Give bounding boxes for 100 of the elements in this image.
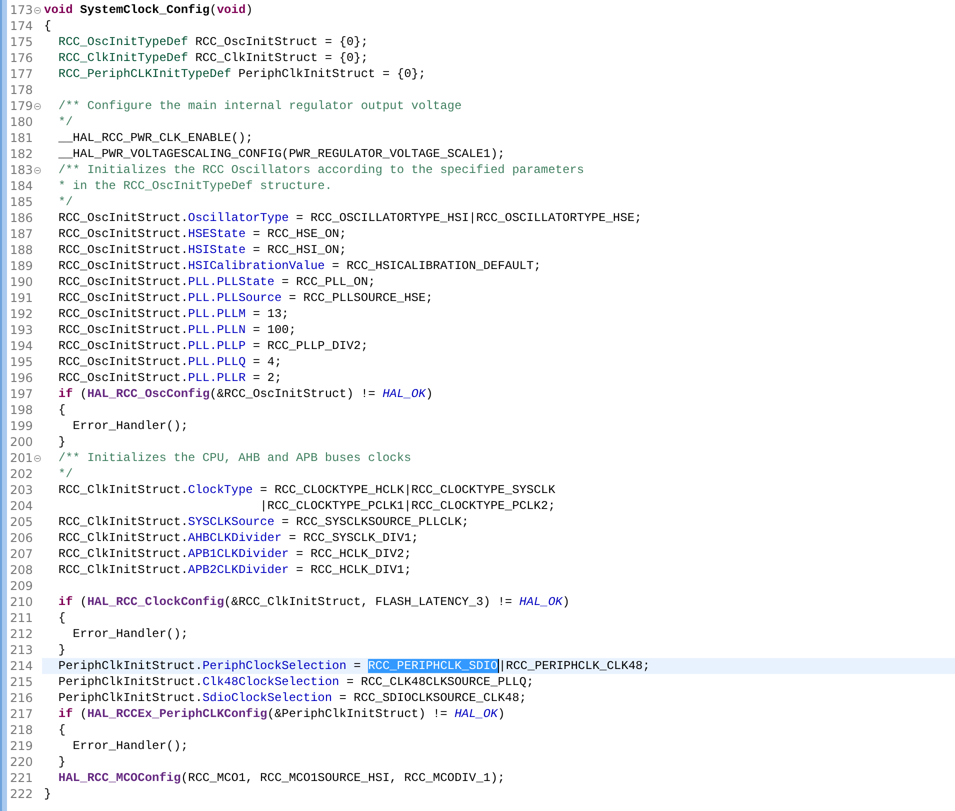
code-line: } <box>57 434 66 450</box>
line-number: 206 <box>9 531 34 545</box>
line-number: 198 <box>9 403 34 417</box>
code-line: */ <box>57 466 73 482</box>
code-line: { <box>57 402 66 418</box>
code-line: RCC_OscInitStruct.OscillatorType = RCC_OSCILLATORTYPE_HSI|RCC_OSCILLATORTYPE_HSE; <box>57 210 642 226</box>
code-line: RCC_OscInitStruct.PLL.PLLR = 2; <box>57 370 282 386</box>
code-line: RCC_ClkInitStruct.SYSCLKSource = RCC_SYSCLKSOURCE_PLLCLK; <box>57 514 469 530</box>
code-line: Error_Handler(); <box>72 738 188 754</box>
code-line: RCC_OscInitStruct.HSEState = RCC_HSE_ON; <box>57 226 346 242</box>
collapse-icon[interactable] <box>34 166 41 174</box>
line-number: 214 <box>9 659 34 673</box>
line-number: 209 <box>9 579 34 593</box>
code-line: RCC_OscInitStruct.HSIState = RCC_HSI_ON; <box>57 242 346 258</box>
code-line: RCC_ClkInitStruct.APB1CLKDivider = RCC_HCLK_DIV2; <box>57 546 412 562</box>
code-line: RCC_OscInitStruct.PLL.PLLState = RCC_PLL_ON; <box>57 274 376 290</box>
line-number: 176 <box>9 51 34 65</box>
code-line: __HAL_RCC_PWR_CLK_ENABLE(); <box>57 130 253 146</box>
line-number: 180 <box>9 115 34 129</box>
code-line: /** Initializes the CPU, AHB and APB buses clocks <box>57 450 412 466</box>
line-number: 179 <box>9 99 34 113</box>
code-line: RCC_OscInitStruct.PLL.PLLN = 100; <box>57 322 296 338</box>
code-line: RCC_OscInitStruct.PLL.PLLQ = 4; <box>57 354 282 370</box>
line-number: 201 <box>9 451 34 465</box>
code-line: /** Initializes the RCC Oscillators according to the specified parameters <box>57 162 584 178</box>
line-number: 199 <box>9 419 34 433</box>
code-line: RCC_ClkInitStruct.ClockType = RCC_CLOCKTYPE_HCLK|RCC_CLOCKTYPE_SYSCLK <box>57 482 556 498</box>
line-number: 208 <box>9 563 34 577</box>
code-line: HAL_RCC_MCOConfig(RCC_MCO1, RCC_MCO1SOURCE_HSI, RCC_MCODIV_1); <box>57 770 505 786</box>
line-number: 178 <box>9 83 34 97</box>
line-number: 173 <box>9 3 34 17</box>
collapse-icon[interactable] <box>34 454 41 462</box>
code-line: PeriphClkInitStruct.PeriphClockSelection = RCC_PERIPHCLK_SDIO|RCC_PERIPHCLK_CLK48; <box>57 658 650 674</box>
code-line: } <box>44 786 52 802</box>
code-line: Error_Handler(); <box>72 626 188 642</box>
code-line: */ <box>57 194 73 210</box>
code-line: * in the RCC_OscInitTypeDef structure. <box>57 178 332 194</box>
code-line: */ <box>57 114 73 130</box>
line-number: 211 <box>9 611 34 625</box>
code-line: { <box>44 18 52 34</box>
code-editor[interactable] <box>0 0 955 811</box>
line-number: 184 <box>9 179 34 193</box>
line-number: 189 <box>9 259 34 273</box>
code-line: RCC_OscInitStruct.PLL.PLLSource = RCC_PLLSOURCE_HSE; <box>57 290 433 306</box>
line-number: 221 <box>9 771 34 785</box>
code-line: RCC_ClkInitStruct.AHBCLKDivider = RCC_SYSCLK_DIV1; <box>57 530 418 546</box>
code-line: RCC_OscInitStruct.PLL.PLLM = 13; <box>57 306 289 322</box>
line-number: 175 <box>9 35 34 49</box>
line-number: 177 <box>9 67 34 81</box>
code-line: PeriphClkInitStruct.Clk48ClockSelection = RCC_CLK48CLKSOURCE_PLLQ; <box>57 674 534 690</box>
code-line: PeriphClkInitStruct.SdioClockSelection = RCC_SDIOCLKSOURCE_CLK48; <box>57 690 526 706</box>
code-line: { <box>57 610 66 626</box>
line-number: 212 <box>9 627 34 641</box>
line-number: 188 <box>9 243 34 257</box>
code-line: RCC_ClkInitTypeDef RCC_ClkInitStruct = {0}; <box>57 50 368 66</box>
line-number: 219 <box>9 739 34 753</box>
code-line: /** Configure the main internal regulator output voltage <box>57 98 462 114</box>
line-number: 218 <box>9 723 34 737</box>
line-number: 196 <box>9 371 34 385</box>
line-number: 202 <box>9 467 34 481</box>
code-line: |RCC_CLOCKTYPE_PCLK1|RCC_CLOCKTYPE_PCLK2; <box>259 498 556 514</box>
collapse-icon[interactable] <box>34 102 41 110</box>
line-number: 220 <box>9 755 34 769</box>
code-line: RCC_OscInitStruct.HSICalibrationValue = RCC_HSICALIBRATION_DEFAULT; <box>57 258 541 274</box>
code-line: RCC_OscInitTypeDef RCC_OscInitStruct = {0}; <box>57 34 368 50</box>
line-number: 213 <box>9 643 34 657</box>
code-line: Error_Handler(); <box>72 418 188 434</box>
code-line: RCC_PeriphCLKInitTypeDef PeriphClkInitStruct = {0}; <box>57 66 426 82</box>
line-number: 207 <box>9 547 34 561</box>
line-number: 181 <box>9 131 34 145</box>
line-number: 192 <box>9 307 34 321</box>
line-number: 197 <box>9 387 34 401</box>
code-line: } <box>57 642 66 658</box>
line-number: 174 <box>9 19 34 33</box>
line-number: 217 <box>9 707 34 721</box>
code-line: if (HAL_RCCEx_PeriphCLKConfig(&PeriphClkInitStruct) != HAL_OK) <box>57 706 505 722</box>
line-number: 222 <box>9 787 34 801</box>
line-number: 203 <box>9 483 34 497</box>
code-line: RCC_ClkInitStruct.APB2CLKDivider = RCC_HCLK_DIV1; <box>57 562 412 578</box>
line-number: 190 <box>9 275 34 289</box>
code-line: } <box>57 754 66 770</box>
line-number: 194 <box>9 339 34 353</box>
line-number: 205 <box>9 515 34 529</box>
code-line: if (HAL_RCC_OscConfig(&RCC_OscInitStruct) != HAL_OK) <box>57 386 433 402</box>
line-number: 210 <box>9 595 34 609</box>
line-number: 186 <box>9 211 34 225</box>
line-number: 183 <box>9 163 34 177</box>
code-line: void SystemClock_Config(void) <box>44 2 253 18</box>
line-number: 195 <box>9 355 34 369</box>
line-number: 191 <box>9 291 34 305</box>
code-line: if (HAL_RCC_ClockConfig(&RCC_ClkInitStruct, FLASH_LATENCY_3) != HAL_OK) <box>57 594 570 610</box>
line-number: 216 <box>9 691 34 705</box>
code-line: __HAL_PWR_VOLTAGESCALING_CONFIG(PWR_REGULATOR_VOLTAGE_SCALE1); <box>57 146 505 162</box>
line-number: 182 <box>9 147 34 161</box>
collapse-icon[interactable] <box>34 6 41 14</box>
line-number: 193 <box>9 323 34 337</box>
line-number: 200 <box>9 435 34 449</box>
line-number: 185 <box>9 195 34 209</box>
line-number: 204 <box>9 499 34 513</box>
line-number: 215 <box>9 675 34 689</box>
